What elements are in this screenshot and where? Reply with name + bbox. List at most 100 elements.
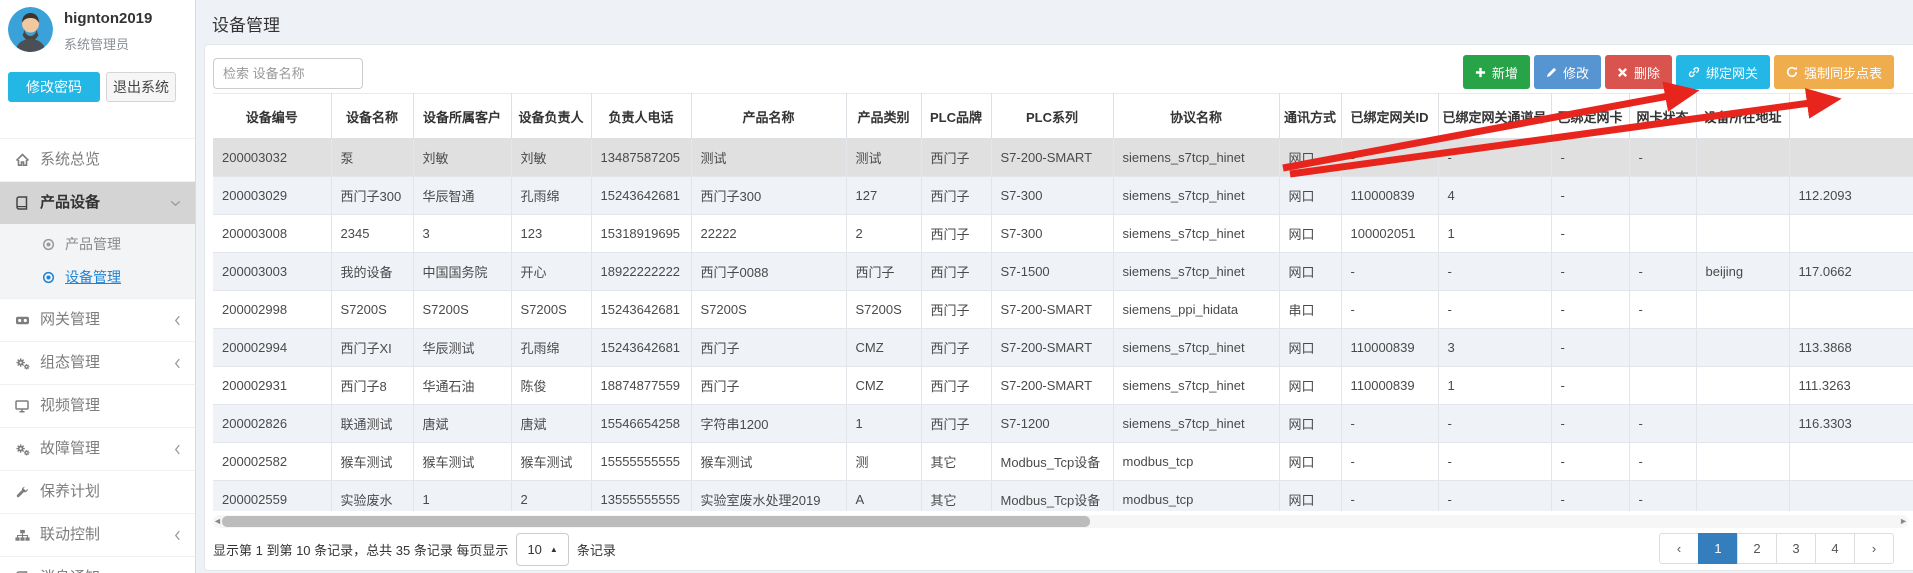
logout-button[interactable]: 退出系统 [106, 72, 176, 102]
table-row[interactable]: 200002582猴车测试猴车测试猴车测试15555555555猴车测试测其它M… [213, 443, 1913, 481]
table-cell: 200003029 [213, 177, 331, 215]
sidebar-item-fault-management[interactable]: 故障管理 [0, 427, 195, 470]
column-header[interactable]: 设备名称 [331, 94, 413, 139]
sidebar-item-maintenance-plan[interactable]: 保养计划 [0, 470, 195, 513]
page-size-select[interactable]: 10 ▲ [516, 533, 568, 566]
column-header[interactable]: 设备所属客户 [413, 94, 511, 139]
page-button-4[interactable]: 4 [1815, 533, 1855, 564]
sidebar-item-video-management[interactable]: 视频管理 [0, 384, 195, 427]
horizontal-scrollbar[interactable]: ◄ ► [213, 515, 1908, 528]
wrench-icon [14, 486, 30, 499]
page-button-2[interactable]: 2 [1737, 533, 1777, 564]
table-cell: 110000839 [1341, 329, 1438, 367]
table-cell: 116.3303 [1789, 405, 1913, 443]
table-cell: 1 [1438, 367, 1551, 405]
plus-icon [1475, 67, 1486, 78]
table-cell: 西门子 [921, 367, 991, 405]
table-cell: 网口 [1279, 443, 1341, 481]
edit-button[interactable]: 修改 [1534, 55, 1601, 89]
user-role: 系统管理员 [64, 34, 129, 53]
table-cell: - [1629, 139, 1696, 177]
sidebar-item-linkage-control[interactable]: 联动控制 [0, 513, 195, 556]
table-cell: CMZ [846, 367, 921, 405]
table-row[interactable]: 200003003我的设备中国国务院开心18922222222西门子0088西门… [213, 253, 1913, 291]
page-button-3[interactable]: 3 [1776, 533, 1816, 564]
table-row[interactable]: 200002559实验废水1213555555555实验室废水处理2019A其它… [213, 481, 1913, 512]
column-header[interactable]: 设备编号 [213, 94, 331, 139]
table-cell: S7200S [846, 291, 921, 329]
table-cell: - [1341, 443, 1438, 481]
sidebar-item-device-management[interactable]: 设备管理 [0, 261, 195, 294]
table-row[interactable]: 200002998S7200SS7200SS7200S15243642681S7… [213, 291, 1913, 329]
bind-gateway-button[interactable]: 绑定网关 [1676, 55, 1770, 89]
table-cell [1789, 443, 1913, 481]
page-button-1[interactable]: 1 [1698, 533, 1738, 564]
table-cell: S7-200-SMART [991, 291, 1113, 329]
table-cell: 西门子 [921, 215, 991, 253]
page-prev-button[interactable]: ‹ [1659, 533, 1699, 564]
column-header[interactable]: 协议名称 [1113, 94, 1279, 139]
table-cell: 刘敏 [413, 139, 511, 177]
sidebar-item-product-management[interactable]: 产品管理 [0, 228, 195, 261]
table-cell [1629, 329, 1696, 367]
table-cell: CMZ [846, 329, 921, 367]
column-header[interactable]: 产品名称 [691, 94, 846, 139]
column-header[interactable]: 已绑定网关ID [1341, 94, 1438, 139]
button-label: 新增 [1492, 63, 1518, 82]
column-header[interactable]: 已绑定网关通道号 [1438, 94, 1551, 139]
table-cell: 西门子0088 [691, 253, 846, 291]
sidebar-item-message-notice[interactable]: 消息通知 [0, 556, 195, 573]
column-header[interactable] [1789, 94, 1913, 139]
page-size-value: 10 [527, 542, 541, 557]
table-cell: - [1629, 405, 1696, 443]
sidebar-item-hmi-management[interactable]: 组态管理 [0, 341, 195, 384]
table-cell: 110000839 [1341, 367, 1438, 405]
sidebar-item-system-overview[interactable]: 系统总览 [0, 138, 195, 181]
table-row[interactable]: 200002826联通测试唐斌唐斌15546654258字符串12001西门子S… [213, 405, 1913, 443]
table-cell: 15243642681 [591, 329, 691, 367]
panel-footer: 显示第 1 到第 10 条记录，总共 35 条记录 每页显示 10 ▲ 条记录 … [213, 532, 1894, 566]
column-header[interactable]: 负责人电话 [591, 94, 691, 139]
column-header[interactable]: 设备所在地址 [1696, 94, 1789, 139]
change-password-button[interactable]: 修改密码 [8, 72, 100, 102]
table-cell: 西门子8 [331, 367, 413, 405]
sidebar-item-product-device[interactable]: 产品设备 [0, 181, 195, 224]
table-cell: 西门子 [921, 253, 991, 291]
table-cell: 其它 [921, 443, 991, 481]
search-input[interactable] [213, 58, 363, 89]
force-sync-button[interactable]: 强制同步点表 [1774, 55, 1894, 89]
table-row[interactable]: 200003032泵刘敏刘敏13487587205测试测试西门子S7-200-S… [213, 139, 1913, 177]
table-cell: - [1629, 291, 1696, 329]
scrollbar-thumb[interactable] [222, 516, 1090, 527]
scroll-right-arrow[interactable]: ► [1899, 515, 1908, 528]
table-cell: siemens_s7tcp_hinet [1113, 405, 1279, 443]
page-next-button[interactable]: › [1854, 533, 1894, 564]
table-row[interactable]: 2000030082345312315318919695222222西门子S7-… [213, 215, 1913, 253]
table-cell: 孔雨绵 [511, 177, 591, 215]
column-header[interactable]: PLC系列 [991, 94, 1113, 139]
table-row[interactable]: 200002931西门子8华通石油陈俊18874877559西门子CMZ西门子S… [213, 367, 1913, 405]
sidebar-item-label: 系统总览 [40, 139, 181, 181]
table-row[interactable]: 200003029西门子300华辰智通孔雨绵15243642681西门子3001… [213, 177, 1913, 215]
table-cell: 中国国务院 [413, 253, 511, 291]
sidebar-item-label: 联动控制 [40, 514, 164, 556]
column-header[interactable]: 通讯方式 [1279, 94, 1341, 139]
table-cell: 西门子XI [331, 329, 413, 367]
column-header[interactable]: 已绑定网卡 [1551, 94, 1629, 139]
column-header[interactable]: PLC品牌 [921, 94, 991, 139]
column-header[interactable]: 产品类别 [846, 94, 921, 139]
column-header[interactable]: 设备负责人 [511, 94, 591, 139]
table-cell: siemens_s7tcp_hinet [1113, 215, 1279, 253]
table-cell: 测 [846, 443, 921, 481]
sidebar-item-gateway-management[interactable]: 网关管理 [0, 298, 195, 341]
column-header[interactable]: 网卡状态 [1629, 94, 1696, 139]
add-button[interactable]: 新增 [1463, 55, 1530, 89]
table-cell: 网口 [1279, 481, 1341, 512]
delete-button[interactable]: 删除 [1605, 55, 1672, 89]
table-cell: 200003008 [213, 215, 331, 253]
table-row[interactable]: 200002994西门子XI华辰测试孔雨绵15243642681西门子CMZ西门… [213, 329, 1913, 367]
table-cell: 测试 [846, 139, 921, 177]
gears-icon [14, 357, 30, 370]
chevron-left-icon [174, 530, 181, 541]
scroll-left-arrow[interactable]: ◄ [213, 515, 222, 528]
